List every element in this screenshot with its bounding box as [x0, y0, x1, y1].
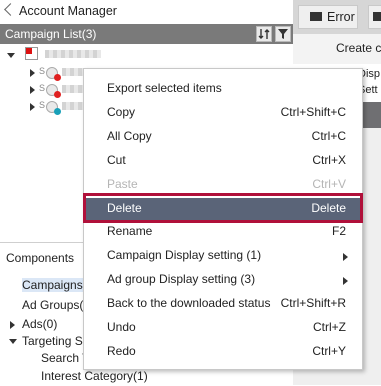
component-interest-category[interactable]: Interest Category(1) — [41, 369, 148, 383]
collapse-icon[interactable] — [9, 339, 17, 344]
menu-item-export-selected[interactable]: Export selected items — [84, 78, 362, 100]
menu-item-back-to-downloaded[interactable]: Back to the downloaded status Ctrl+Shift… — [84, 293, 362, 315]
menu-item-shortcut: Ctrl+V — [312, 177, 346, 191]
account-name-blurred — [45, 50, 101, 58]
menu-item-shortcut: Ctrl+Shift+R — [280, 296, 346, 310]
menu-item-label: Rename — [107, 224, 153, 238]
campaign-list-title: Campaign List(3) — [5, 27, 97, 41]
create-bar: Create c — [293, 34, 381, 65]
components-header: Components — [6, 251, 75, 265]
component-targeting[interactable]: Targeting Se — [22, 334, 89, 348]
component-ads[interactable]: Ads(0) — [22, 317, 57, 331]
error-button[interactable]: Error — [298, 5, 358, 29]
menu-item-shortcut: Ctrl+Z — [313, 320, 346, 334]
create-button[interactable]: Create c — [336, 41, 381, 55]
toolbar-icon — [373, 12, 381, 21]
menu-item-shortcut: F2 — [331, 224, 346, 238]
expand-icon[interactable] — [7, 53, 15, 58]
delete-highlight-frame — [83, 193, 363, 223]
menu-item-label: Redo — [107, 344, 136, 358]
campaign-prefix: S — [39, 100, 46, 110]
error-label: Error — [327, 10, 355, 24]
menu-item-label: Campaign Display setting (1) — [107, 248, 262, 262]
sort-icon — [258, 29, 270, 39]
menu-item-shortcut: Ctrl+C — [311, 129, 346, 143]
campaign-prefix: S — [39, 66, 46, 76]
campaign-status-icon — [46, 67, 61, 81]
filter-icon — [278, 29, 288, 39]
expand-icon[interactable] — [10, 321, 15, 329]
menu-item-rename[interactable]: Rename F2 — [84, 221, 362, 243]
menu-item-cut[interactable]: Cut Ctrl+X — [84, 150, 362, 172]
campaign-name-blurred — [62, 85, 84, 93]
menu-item-label: Paste — [107, 177, 138, 191]
account-manager-header: Account Manager — [0, 0, 293, 24]
menu-item-shortcut: Ctrl+Y — [312, 344, 346, 358]
menu-item-shortcut: Ctrl+Shift+C — [280, 105, 346, 119]
chevron-right-icon — [343, 253, 348, 261]
menu-item-label: All Copy — [107, 129, 152, 143]
account-icon — [25, 47, 38, 60]
menu-item-label: Copy — [107, 105, 136, 119]
menu-item-all-copy[interactable]: All Copy Ctrl+C — [84, 126, 362, 148]
menu-item-label: Undo — [107, 320, 136, 334]
menu-item-label: Cut — [107, 153, 126, 167]
campaign-prefix: S — [39, 83, 46, 93]
toolbar-more-button[interactable] — [368, 5, 381, 29]
menu-item-label: Export selected items — [107, 81, 222, 95]
sort-button[interactable] — [256, 26, 272, 42]
menu-item-undo[interactable]: Undo Ctrl+Z — [84, 317, 362, 339]
error-icon — [310, 12, 322, 21]
expand-icon[interactable] — [30, 69, 35, 77]
campaign-status-icon — [46, 84, 61, 98]
campaign-name-blurred — [62, 102, 84, 110]
menu-item-redo[interactable]: Redo Ctrl+Y — [84, 341, 362, 363]
account-manager-title: Account Manager — [19, 4, 117, 18]
menu-item-label: Back to the downloaded status — [107, 296, 271, 310]
chevron-left-icon[interactable] — [4, 3, 17, 16]
expand-icon[interactable] — [30, 86, 35, 94]
chevron-right-icon — [343, 277, 348, 285]
menu-item-shortcut: Ctrl+X — [312, 153, 346, 167]
component-ad-groups[interactable]: Ad Groups( — [22, 298, 83, 312]
campaign-name-blurred — [62, 68, 84, 76]
menu-item-label: Ad group Display setting (3) — [107, 272, 256, 286]
menu-item-ad-group-display-setting[interactable]: Ad group Display setting (3) — [84, 269, 362, 291]
component-campaigns[interactable]: Campaigns( — [22, 278, 87, 292]
expand-icon[interactable] — [30, 103, 35, 111]
menu-item-campaign-display-setting[interactable]: Campaign Display setting (1) — [84, 245, 362, 267]
filter-button[interactable] — [275, 26, 291, 42]
campaign-status-icon — [46, 101, 61, 115]
campaign-list-bar: Campaign List(3) — [0, 24, 293, 44]
menu-item-copy[interactable]: Copy Ctrl+Shift+C — [84, 102, 362, 124]
